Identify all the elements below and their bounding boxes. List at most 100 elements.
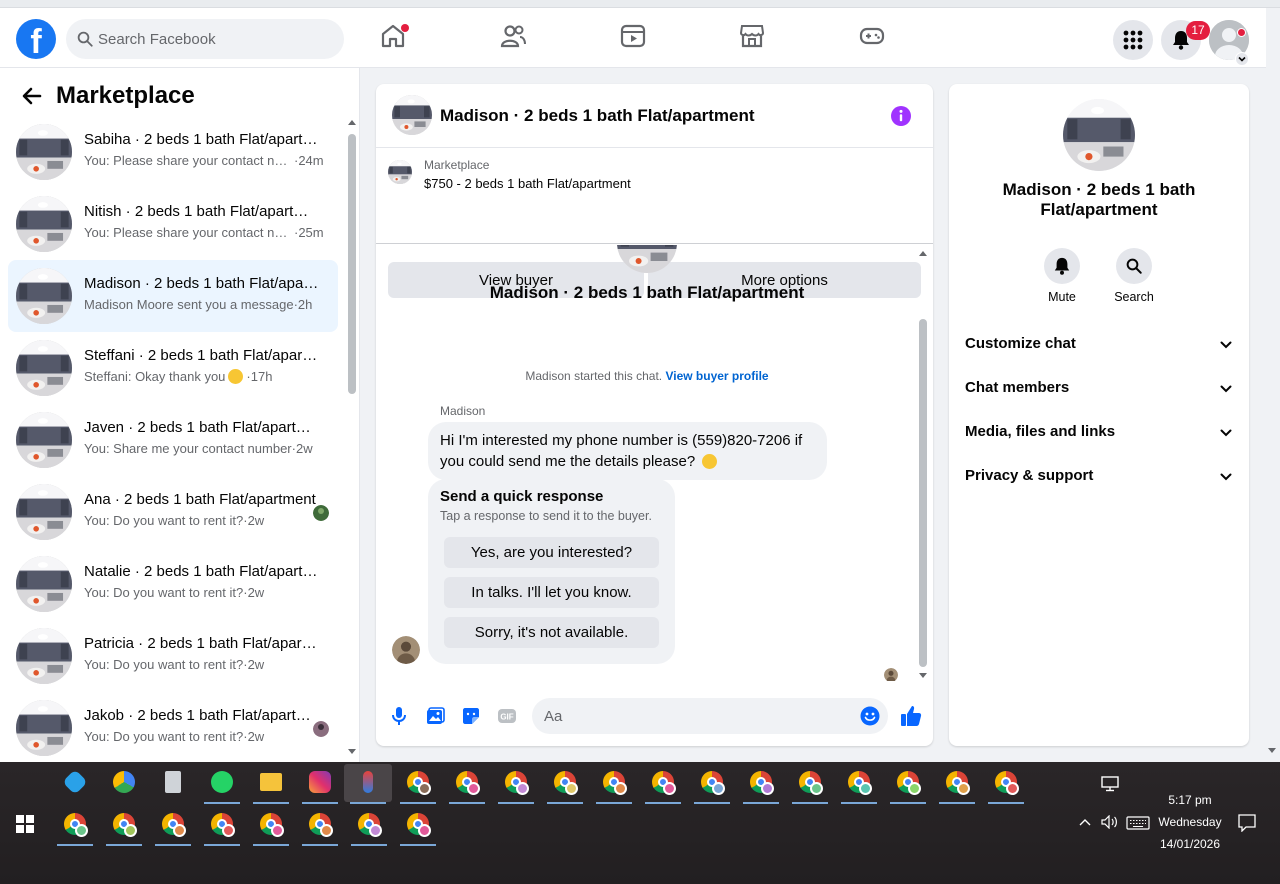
windows-start-icon[interactable]: [16, 815, 34, 833]
info-icon[interactable]: [890, 105, 912, 127]
keyboard-icon[interactable]: [1126, 816, 1150, 830]
panel-title: Marketplace: [56, 82, 195, 109]
conversation-item[interactable]: Jakob · 2 beds 1 bath Flat/apartment You…: [8, 692, 338, 764]
volume-icon[interactable]: [1101, 815, 1119, 829]
video-icon[interactable]: [619, 22, 647, 50]
network-icon[interactable]: [1101, 776, 1119, 792]
conversation-item[interactable]: Ana · 2 beds 1 bath Flat/apartment You: …: [8, 476, 338, 548]
taskbar-chrome-profile-icon[interactable]: [741, 764, 781, 804]
taskbar-chrome-profile-icon[interactable]: [937, 764, 977, 804]
conversation-preview: Steffani: Okay thank you ·17h: [84, 369, 273, 384]
gif-icon[interactable]: GIF: [497, 706, 517, 726]
photo-icon[interactable]: [425, 706, 445, 726]
taskbar-file-explorer-icon[interactable]: [251, 764, 291, 804]
marketplace-icon[interactable]: [738, 22, 766, 50]
taskbar-calculator-icon[interactable]: [153, 764, 193, 802]
listing-thumbnail[interactable]: [1063, 99, 1135, 171]
taskbar-instagram-icon[interactable]: [300, 764, 340, 804]
taskbar-snipping-tool-icon[interactable]: [344, 764, 392, 804]
conversation-item[interactable]: Natalie · 2 beds 1 bath Flat/apartment Y…: [8, 548, 338, 620]
view-buyer-profile-link[interactable]: View buyer profile: [665, 369, 768, 383]
back-arrow-icon[interactable]: [20, 84, 44, 108]
taskbar-chrome-profile-icon[interactable]: [545, 764, 585, 804]
taskbar-chrome-profile-icon[interactable]: [594, 764, 634, 804]
conversation-item[interactable]: Patricia · 2 beds 1 bath Flat/apartment …: [8, 620, 338, 692]
chat-members-row[interactable]: Chat members: [957, 366, 1241, 410]
microphone-icon[interactable]: [390, 706, 408, 726]
taskbar-whatsapp-icon[interactable]: [202, 764, 242, 804]
listing-thumbnail: [16, 124, 72, 180]
mute-button[interactable]: Mute: [1032, 248, 1092, 304]
chevron-up-icon[interactable]: [1079, 817, 1091, 827]
taskbar-app-icon[interactable]: [55, 764, 95, 802]
conversation-item[interactable]: Javen · 2 beds 1 bath Flat/apartment You…: [8, 404, 338, 476]
privacy-support-row[interactable]: Privacy & support: [957, 454, 1241, 498]
taskbar-chrome-profile-icon[interactable]: [496, 764, 536, 804]
svg-text:GIF: GIF: [500, 713, 513, 722]
chat-title[interactable]: Madison · 2 beds 1 bath Flat/apartment: [440, 106, 755, 126]
quick-response-button[interactable]: In talks. I'll let you know.: [444, 577, 659, 608]
taskbar-chrome-profile-icon[interactable]: [104, 806, 144, 846]
clock-date[interactable]: 14/01/2026: [1150, 837, 1230, 851]
conversation-name: Sabiha · 2 beds 1 bath Flat/apartment: [84, 131, 320, 148]
taskbar-chrome-profile-icon[interactable]: [790, 764, 830, 804]
conversation-preview: You: Please share your contact number ·24…: [84, 153, 324, 168]
message-input-box[interactable]: [532, 698, 888, 734]
media-files-links-row[interactable]: Media, files and links: [957, 410, 1241, 454]
conversation-list-scrollbar[interactable]: [348, 134, 356, 394]
taskbar-chrome-profile-icon[interactable]: [447, 764, 487, 804]
taskbar-chrome-profile-icon[interactable]: [888, 764, 928, 804]
scroll-down-arrow[interactable]: [348, 749, 356, 754]
emoji-icon[interactable]: [860, 706, 880, 726]
clock-day[interactable]: Wednesday: [1150, 815, 1230, 829]
scroll-down-arrow[interactable]: [919, 673, 927, 678]
taskbar-chrome-profile-icon[interactable]: [692, 764, 732, 804]
conversation-name: Javen · 2 beds 1 bath Flat/apartment: [84, 419, 320, 436]
taskbar-chrome-profile-icon[interactable]: [986, 764, 1026, 804]
menu-button[interactable]: [1113, 20, 1153, 60]
facebook-logo[interactable]: f: [16, 19, 56, 59]
seen-avatar: [313, 721, 329, 737]
search-icon: [1126, 258, 1142, 274]
buyer-avatar[interactable]: [392, 636, 420, 664]
conversation-item[interactable]: Nitish · 2 beds 1 bath Flat/apartment Yo…: [8, 188, 338, 260]
listing-thumbnail: [16, 340, 72, 396]
chevron-down-icon: [1220, 473, 1232, 481]
message-input[interactable]: [544, 698, 844, 734]
taskbar-chrome-profile-icon[interactable]: [398, 764, 438, 804]
conversation-item[interactable]: Sabiha · 2 beds 1 bath Flat/apartment Yo…: [8, 116, 338, 188]
taskbar-chrome-profile-icon[interactable]: [55, 806, 95, 846]
gaming-icon[interactable]: [858, 22, 886, 50]
listing-price-title[interactable]: $750 - 2 beds 1 bath Flat/apartment: [424, 176, 631, 191]
conversation-title: Madison · 2 beds 1 bath Flat/apartment: [489, 283, 805, 302]
taskbar-chrome-canary-icon[interactable]: [104, 764, 144, 802]
conversation-item-active[interactable]: Madison · 2 beds 1 bath Flat/apartment M…: [8, 260, 338, 332]
clock-time[interactable]: 5:17 pm: [1150, 793, 1230, 807]
taskbar-chrome-profile-icon[interactable]: [643, 764, 683, 804]
notification-center-icon[interactable]: [1238, 814, 1256, 832]
customize-chat-row[interactable]: Customize chat: [957, 322, 1241, 366]
taskbar-chrome-profile-icon[interactable]: [839, 764, 879, 804]
page-scroll-down-arrow[interactable]: [1268, 748, 1276, 753]
thumbs-up-icon[interactable]: [899, 704, 923, 728]
scroll-up-arrow[interactable]: [919, 251, 927, 256]
friends-icon[interactable]: [499, 22, 527, 50]
taskbar-chrome-profile-icon[interactable]: [202, 806, 242, 846]
message-scrollbar[interactable]: [919, 319, 927, 667]
listing-thumbnail: [16, 556, 72, 612]
search-input[interactable]: [98, 19, 334, 59]
taskbar-chrome-profile-icon[interactable]: [251, 806, 291, 846]
conversation-item[interactable]: Steffani · 2 beds 1 bath Flat/apartment …: [8, 332, 338, 404]
account-chevron[interactable]: [1235, 52, 1249, 66]
taskbar-chrome-profile-icon[interactable]: [398, 806, 438, 846]
taskbar-chrome-profile-icon[interactable]: [349, 806, 389, 846]
sticker-icon[interactable]: [461, 706, 481, 726]
listing-thumbnail[interactable]: [392, 95, 432, 135]
taskbar-chrome-profile-icon[interactable]: [300, 806, 340, 846]
quick-response-button[interactable]: Yes, are you interested?: [444, 537, 659, 568]
search-in-conversation-button[interactable]: Search: [1104, 248, 1164, 304]
scroll-up-arrow[interactable]: [348, 120, 356, 125]
quick-response-button[interactable]: Sorry, it's not available.: [444, 617, 659, 648]
taskbar-chrome-profile-icon[interactable]: [153, 806, 193, 846]
search-box[interactable]: [66, 19, 344, 59]
